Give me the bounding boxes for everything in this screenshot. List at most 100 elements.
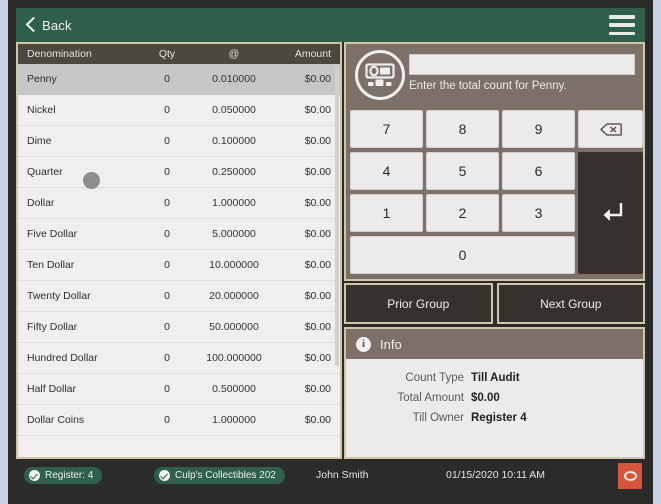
keypad-key-8[interactable]: 8 <box>426 110 499 148</box>
cell-amount: $0.00 <box>304 259 331 271</box>
back-button[interactable]: Back <box>26 8 72 42</box>
back-button-label: Back <box>42 17 72 33</box>
table-body[interactable]: Penny 0 0.010000 $0.00 Nickel 0 0.050000 $0.00 D… <box>18 64 340 457</box>
table-row[interactable]: Dollar 0 1.000000 $0.00 <box>18 188 340 219</box>
cell-denomination: Ten Dollar <box>27 259 75 271</box>
info-row-label: Total Amount <box>397 392 464 404</box>
cell-qty: 0 <box>164 321 170 333</box>
cell-rate: 1.000000 <box>212 197 256 209</box>
keypad-key-1[interactable]: 1 <box>350 194 423 232</box>
cell-denomination: Five Dollar <box>27 228 78 240</box>
menu-line-3 <box>609 31 635 35</box>
keypad-key-9[interactable]: 9 <box>502 110 575 148</box>
keypad-key-2[interactable]: 2 <box>426 194 499 232</box>
cell-amount: $0.00 <box>304 73 331 85</box>
info-card: i Info Count Type Till Audit Total Amount $… <box>344 327 645 459</box>
denomination-table-panel: Denomination Qty @ Amount Penny 0 0.010000… <box>16 42 342 459</box>
backspace-icon[interactable] <box>578 110 643 148</box>
table-row[interactable]: Ten Dollar 0 10.000000 $0.00 <box>18 250 340 281</box>
cell-rate: 100.000000 <box>206 352 262 364</box>
cell-denomination: Dime <box>27 135 52 147</box>
cell-qty: 0 <box>164 166 170 178</box>
cell-rate: 20.000000 <box>209 290 259 302</box>
cell-amount: $0.00 <box>304 290 331 302</box>
denomination-table: Denomination Qty @ Amount Penny 0 0.010000… <box>18 44 340 457</box>
cell-qty: 0 <box>164 104 170 116</box>
status-store-label: Culp's Collectibles 202 <box>175 470 276 481</box>
info-row-value: Till Audit <box>471 372 520 384</box>
table-row[interactable]: Hundred Dollar 0 100.000000 $0.00 <box>18 343 340 374</box>
cell-amount: $0.00 <box>304 228 331 240</box>
keypad-key-7[interactable]: 7 <box>350 110 423 148</box>
cell-qty: 0 <box>164 135 170 147</box>
keypad-key-5[interactable]: 5 <box>426 152 499 190</box>
touch-cursor-indicator <box>83 172 100 189</box>
application-frame: Back Denomination Qty @ Amount Penny 0 0.0… <box>8 0 653 504</box>
cell-denomination: Twenty Dollar <box>27 290 91 302</box>
cell-qty: 0 <box>164 352 170 364</box>
info-card-body: Count Type Till Audit Total Amount $0.00 Til… <box>346 359 643 428</box>
table-scroll-thumb[interactable] <box>335 66 339 366</box>
numeric-entry-inner: Enter the total count for Penny. 7 8 9 4… <box>346 44 643 279</box>
table-row[interactable]: Half Dollar 0 0.500000 $0.00 <box>18 374 340 405</box>
status-badge-store[interactable]: Culp's Collectibles 202 <box>154 467 285 484</box>
info-row-label: Till Owner <box>412 412 464 424</box>
info-card-header: i Info <box>346 329 643 359</box>
power-off-icon[interactable] <box>618 463 642 489</box>
keypad-key-6[interactable]: 6 <box>502 152 575 190</box>
table-row[interactable]: Dime 0 0.100000 $0.00 <box>18 126 340 157</box>
top-header-bar: Back <box>16 8 645 42</box>
cell-rate: 0.010000 <box>212 73 256 85</box>
status-register-label: Register: 4 <box>45 470 94 481</box>
cell-rate: 50.000000 <box>209 321 259 333</box>
entry-row: Enter the total count for Penny. <box>346 44 643 106</box>
prior-group-button[interactable]: Prior Group <box>344 283 493 324</box>
right-column: Enter the total count for Penny. 7 8 9 4… <box>344 42 645 459</box>
cell-denomination: Dollar Coins <box>27 414 85 426</box>
status-datetime: 01/15/2020 10:11 AM <box>446 469 546 481</box>
info-card-title: Info <box>380 336 402 352</box>
cell-rate: 0.050000 <box>212 104 256 116</box>
enter-arrow-icon[interactable] <box>578 152 643 274</box>
cell-amount: $0.00 <box>304 135 331 147</box>
cell-rate: 0.500000 <box>212 383 256 395</box>
status-badge-register[interactable]: Register: 4 <box>24 467 103 484</box>
table-row[interactable]: Quarter 0 0.250000 $0.00 <box>18 157 340 188</box>
count-entry-input[interactable] <box>409 54 635 75</box>
info-row: Total Amount $0.00 <box>346 388 643 408</box>
table-row[interactable]: Dollar Coins 0 1.000000 $0.00 <box>18 405 340 436</box>
next-group-button[interactable]: Next Group <box>496 283 645 324</box>
cell-qty: 0 <box>164 383 170 395</box>
cell-amount: $0.00 <box>304 383 331 395</box>
keypad-key-4[interactable]: 4 <box>350 152 423 190</box>
cell-denomination: Nickel <box>27 104 56 116</box>
table-row[interactable]: Twenty Dollar 0 20.000000 $0.00 <box>18 281 340 312</box>
table-scrollbar[interactable] <box>335 66 339 457</box>
cash-register-icon <box>355 50 405 100</box>
check-circle-icon <box>159 470 170 481</box>
cell-qty: 0 <box>164 197 170 209</box>
menu-line-2 <box>609 23 635 27</box>
info-circle-icon: i <box>356 336 371 352</box>
keypad-key-3[interactable]: 3 <box>502 194 575 232</box>
table-row[interactable]: Fifty Dollar 0 50.000000 $0.00 <box>18 312 340 343</box>
cell-qty: 0 <box>164 228 170 240</box>
numeric-entry-card: Enter the total count for Penny. 7 8 9 4… <box>344 42 645 281</box>
cell-amount: $0.00 <box>304 166 331 178</box>
power-glyph <box>623 471 637 481</box>
hamburger-menu-icon[interactable] <box>609 15 635 35</box>
cell-denomination: Penny <box>27 73 57 85</box>
info-row-value: $0.00 <box>471 392 500 404</box>
cell-rate: 0.250000 <box>212 166 256 178</box>
info-row: Count Type Till Audit <box>346 368 643 388</box>
table-row[interactable]: Five Dollar 0 5.000000 $0.00 <box>18 219 340 250</box>
cell-denomination: Fifty Dollar <box>27 321 78 333</box>
table-row[interactable]: Penny 0 0.010000 $0.00 <box>18 64 340 95</box>
cell-denomination: Dollar <box>27 197 55 209</box>
cell-rate: 10.000000 <box>209 259 259 271</box>
keypad-key-0[interactable]: 0 <box>350 236 575 274</box>
table-row[interactable]: Nickel 0 0.050000 $0.00 <box>18 95 340 126</box>
table-header-row: Denomination Qty @ Amount <box>18 44 340 64</box>
cell-amount: $0.00 <box>304 104 331 116</box>
column-header-qty: Qty <box>158 48 176 60</box>
